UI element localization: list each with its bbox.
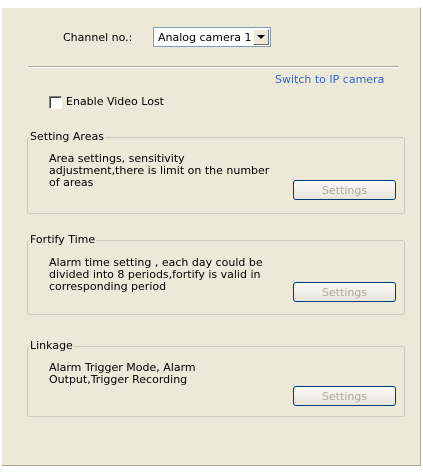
linkage-description: Alarm Trigger Mode, Alarm Output,Trigger…	[49, 362, 196, 386]
fortify-time-description: Alarm time setting , each day could be d…	[49, 257, 263, 293]
description-line: corresponding period	[49, 280, 167, 293]
linkage-settings-button[interactable]: Settings	[293, 386, 396, 406]
channel-select[interactable]: Analog camera 1	[153, 27, 271, 47]
separator	[28, 66, 399, 68]
setting-areas-title: Setting Areas	[29, 130, 105, 143]
switch-to-ip-camera-link[interactable]: Switch to IP camera	[275, 73, 384, 86]
linkage-title: Linkage	[29, 339, 74, 352]
setting-areas-settings-button[interactable]: Settings	[293, 180, 396, 200]
fortify-time-title: Fortify Time	[29, 233, 97, 246]
chevron-down-icon[interactable]	[253, 29, 269, 45]
setting-areas-description: Area settings, sensitivity adjustment,th…	[49, 153, 269, 189]
channel-select-value: Analog camera 1	[158, 31, 252, 44]
channel-label: Channel no.:	[63, 31, 133, 44]
enable-video-lost-checkbox[interactable]	[49, 96, 62, 109]
description-line: of areas	[49, 176, 94, 189]
description-line: Output,Trigger Recording	[49, 373, 188, 386]
fortify-time-settings-button[interactable]: Settings	[293, 282, 396, 302]
enable-video-lost-label: Enable Video Lost	[66, 95, 164, 108]
